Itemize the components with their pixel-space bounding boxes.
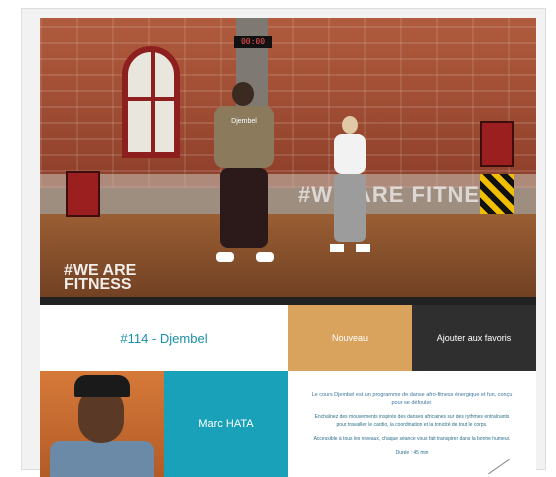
instructor-shoe-left (216, 252, 234, 262)
watermark-line-2: FITNESS (64, 276, 132, 293)
coach-cap (74, 375, 130, 397)
dancer-leggings (334, 174, 366, 242)
instructor-pants (220, 168, 268, 248)
description-footer: Durée : 45 min (395, 450, 429, 456)
scoreboard-clock: 00:00 (234, 36, 272, 48)
dancer-top (334, 134, 366, 174)
description-paragraph-2: Accessible à tous les niveaux, chaque sé… (313, 436, 511, 442)
session-title: #114 - Djembel (120, 330, 208, 346)
dancer-head (342, 116, 358, 134)
decorative-slash (488, 458, 510, 475)
coach-photo (40, 371, 164, 477)
shirt-logo-text: Djembel (231, 118, 257, 125)
video-watermark: #WE ARE FITNESS (64, 263, 136, 293)
description-lead: Le cours Djembel est un programme de dan… (311, 392, 513, 406)
instructor-shoe-right (256, 252, 274, 262)
coach-name: Marc HATA (198, 418, 254, 430)
primary-action-button[interactable]: Nouveau (288, 305, 412, 371)
coach-name-cell[interactable]: Marc HATA (164, 371, 288, 477)
session-description: Le cours Djembel est un programme de dan… (288, 371, 536, 477)
dancer-shoe-right (356, 244, 370, 252)
instructor-shirt: Djembel (214, 106, 274, 168)
coach-jacket (50, 441, 154, 477)
female-dancer-figure (330, 116, 370, 256)
description-paragraph-1: Enchaînez des mouvements inspirés des da… (314, 414, 510, 428)
video-player[interactable]: 00:00 #WE ARE FITNESS Djembel #WE ARE FI… (40, 18, 536, 305)
male-instructor-figure: Djembel (214, 82, 274, 272)
speaker-left (66, 171, 100, 217)
session-title-cell: #114 - Djembel (40, 305, 288, 371)
arched-window (122, 46, 180, 158)
dancer-shoe-left (330, 244, 344, 252)
favorite-button[interactable]: Ajouter aux favoris (412, 305, 536, 371)
brick-wall (40, 18, 536, 188)
instructor-head (232, 82, 254, 106)
coach-row: Marc HATA Le cours Djembel est un progra… (40, 371, 536, 477)
video-bottom-bar (40, 297, 536, 305)
hazard-stripes (480, 174, 514, 214)
session-header-row: #114 - Djembel Nouveau Ajouter aux favor… (40, 305, 536, 371)
speaker-right (480, 121, 514, 167)
